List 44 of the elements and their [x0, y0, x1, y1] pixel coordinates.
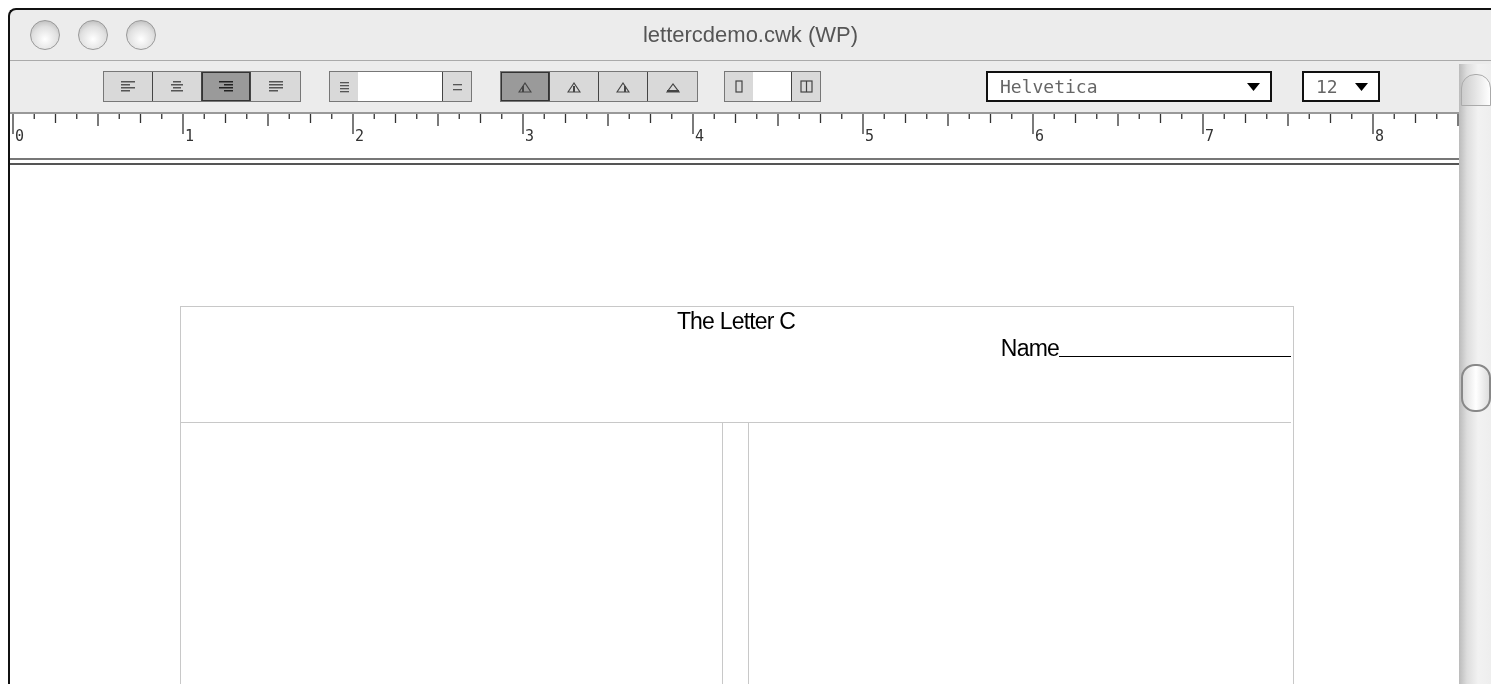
name-label: Name — [1000, 335, 1059, 362]
ruler-number: 4 — [695, 127, 705, 145]
tab-stop-button[interactable] — [550, 72, 599, 101]
two-columns-icon — [799, 80, 813, 93]
tab-stop-icon — [567, 80, 581, 93]
spacing-decrease-button[interactable] — [330, 72, 358, 101]
ruler-number: 5 — [865, 127, 875, 145]
align-button[interactable] — [251, 72, 300, 101]
ruler-number: 1 — [185, 127, 195, 145]
align-button[interactable] — [202, 72, 251, 101]
spacing-increase-button[interactable] — [443, 72, 471, 101]
tab-stop-button[interactable] — [599, 72, 648, 101]
spacing-field[interactable] — [358, 72, 443, 101]
font-dropdown[interactable]: Helvetica — [986, 71, 1272, 102]
align-icon — [218, 81, 234, 92]
spacing-icon — [339, 80, 349, 93]
scrollbar[interactable] — [1459, 64, 1491, 684]
tab-stop-button[interactable] — [648, 72, 697, 101]
document-title: The Letter C — [676, 308, 796, 335]
single-column-icon — [735, 80, 743, 93]
tab-stop-icon — [616, 80, 630, 93]
ruler-number: 8 — [1375, 127, 1385, 145]
align-button[interactable] — [153, 72, 202, 101]
scroll-thumb[interactable] — [1461, 364, 1491, 412]
align-icon — [169, 81, 185, 92]
align-icon — [267, 81, 284, 92]
dropdown-arrow-icon — [1355, 82, 1368, 91]
ruler-number: 3 — [525, 127, 535, 145]
tab-stop-icon — [518, 80, 532, 93]
columns-decrease-button[interactable] — [725, 72, 753, 101]
align-icon — [120, 81, 136, 92]
columns-field[interactable] — [753, 72, 792, 101]
tab-stop-button[interactable] — [501, 72, 550, 101]
ruler-number: 6 — [1035, 127, 1045, 145]
ruler-number: 2 — [355, 127, 365, 145]
window-title: lettercdemo.cwk (WP) — [641, 22, 860, 48]
ruler[interactable]: 0 1 2 3 4 5 6 7 8 — [10, 114, 1459, 158]
ruler-number: 7 — [1205, 127, 1215, 145]
align-button[interactable] — [104, 72, 153, 101]
scrollbar-end-cap — [1461, 74, 1491, 106]
columns-increase-button[interactable] — [792, 72, 820, 101]
size-dropdown[interactable]: 12 — [1302, 71, 1380, 102]
dropdown-arrow-icon — [1247, 82, 1260, 91]
ruler-number: 0 — [15, 127, 25, 145]
